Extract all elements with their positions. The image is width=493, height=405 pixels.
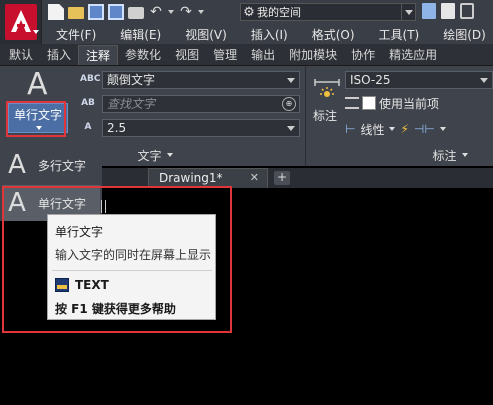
redo-icon[interactable]: ↷ xyxy=(178,4,194,20)
tab-insert[interactable]: 插入 xyxy=(40,45,78,65)
text-style-row: ABC 颠倒文字 xyxy=(80,70,300,90)
text-style-icon-label: ABC xyxy=(80,74,101,84)
text-height-row: A 2.5 xyxy=(80,118,300,138)
tab-view[interactable]: 视图 xyxy=(168,45,206,65)
chevron-down-icon[interactable] xyxy=(480,78,488,83)
chevron-down-icon xyxy=(33,30,39,34)
highlight-frame-dropdown xyxy=(2,186,232,333)
text-tool-large-icon[interactable]: A xyxy=(27,70,48,100)
layer-control[interactable]: 使用当前项 xyxy=(345,94,493,112)
tab-collaborate[interactable]: 协作 xyxy=(344,45,382,65)
layer-label: 使用当前项 xyxy=(379,96,440,111)
linear-dimension-icon[interactable]: ⊢ xyxy=(345,122,355,136)
text-icon: A xyxy=(8,150,26,180)
tab-addins[interactable]: 附加模块 xyxy=(282,45,344,65)
chevron-down-icon[interactable] xyxy=(439,127,446,131)
sign-in-icon[interactable] xyxy=(422,3,436,19)
restore-window-icon[interactable] xyxy=(460,3,474,19)
text-style-icon: ABC xyxy=(80,71,100,87)
menu-item-file[interactable]: 文件(F) xyxy=(42,26,108,43)
tab-parametric[interactable]: 参数化 xyxy=(118,45,168,65)
menu-item-edit[interactable]: 编辑(E) xyxy=(108,26,173,43)
text-panel-footer[interactable]: 文字 xyxy=(80,146,230,164)
application-menu-button[interactable] xyxy=(0,0,42,44)
annotation-panel: 标注 ISO-25 使用当前项 ⊢ 线性 ⚡ ⊣⊢ xyxy=(305,66,493,166)
workspace-label: 我的空间 xyxy=(257,6,301,19)
text-style-value: 颠倒文字 xyxy=(107,73,156,87)
dropdown-item-multiline-text[interactable]: A 多行文字 xyxy=(2,147,100,183)
color-swatch xyxy=(362,96,376,110)
save-icon[interactable] xyxy=(88,4,104,20)
find-text-placeholder: 查找文字 xyxy=(107,97,156,111)
continue-dimension-icon[interactable]: ⊣⊢ xyxy=(414,122,435,136)
workspace-switcher[interactable]: ⚙ 我的空间 xyxy=(240,3,416,21)
menu-item-draw[interactable]: 绘图(D) xyxy=(431,26,493,43)
file-icon[interactable] xyxy=(441,3,455,19)
gear-icon: ⚙ xyxy=(243,4,255,20)
text-style-combo[interactable]: 颠倒文字 xyxy=(102,71,300,89)
chevron-down-icon xyxy=(166,153,173,157)
menu-item-insert[interactable]: 插入(I) xyxy=(239,26,300,43)
text-height-combo[interactable]: 2.5 xyxy=(102,119,300,137)
redo-dropdown-icon[interactable] xyxy=(198,10,204,14)
find-text-row: AB 查找文字 ⊕ xyxy=(80,94,300,114)
undo-dropdown-icon[interactable] xyxy=(168,10,174,14)
new-icon[interactable] xyxy=(48,4,64,20)
title-bar-right-tools xyxy=(422,3,474,19)
open-icon[interactable] xyxy=(68,7,84,19)
dimension-style-combo[interactable]: ISO-25 xyxy=(345,71,493,89)
quick-dimension-icon[interactable]: ⚡ xyxy=(400,122,408,136)
print-icon[interactable] xyxy=(128,7,144,19)
dimension-icon[interactable] xyxy=(313,78,341,102)
menu-bar: 文件(F) 编辑(E) 视图(V) 插入(I) 格式(O) 工具(T) 绘图(D… xyxy=(42,24,493,44)
menu-item-view[interactable]: 视图(V) xyxy=(173,26,239,43)
chevron-down-icon[interactable] xyxy=(389,127,396,131)
saveas-icon[interactable] xyxy=(108,4,124,20)
chevron-down-icon[interactable] xyxy=(287,126,295,131)
mark-label[interactable]: 标注 xyxy=(313,107,337,124)
text-panel-footer-label: 文字 xyxy=(137,148,162,163)
dropdown-item-label: 多行文字 xyxy=(38,158,87,173)
new-tab-button[interactable]: + xyxy=(274,171,290,185)
layers-icon xyxy=(345,97,359,109)
tab-default[interactable]: 默认 xyxy=(2,45,40,65)
tab-annotate[interactable]: 注释 xyxy=(78,45,119,65)
linear-dimension-row: ⊢ 线性 ⚡ ⊣⊢ xyxy=(345,120,493,138)
ribbon-tab-bar: 默认 插入 注释 参数化 视图 管理 输出 附加模块 协作 精选应用 xyxy=(0,44,493,66)
text-height-icon: A xyxy=(84,122,92,132)
text-height-value: 2.5 xyxy=(107,121,127,135)
tab-featured-apps[interactable]: 精选应用 xyxy=(382,45,444,65)
undo-icon[interactable]: ↶ xyxy=(148,4,164,20)
find-text-input[interactable]: 查找文字 ⊕ xyxy=(102,95,300,113)
chevron-down-icon[interactable] xyxy=(401,4,415,20)
tab-manage[interactable]: 管理 xyxy=(206,45,244,65)
tab-output[interactable]: 输出 xyxy=(244,45,282,65)
linear-label[interactable]: 线性 xyxy=(360,121,384,138)
highlight-frame-button xyxy=(6,101,66,137)
chevron-down-icon[interactable] xyxy=(287,78,295,83)
menu-item-tools[interactable]: 工具(T) xyxy=(367,26,432,43)
document-tab-drawing1[interactable]: Drawing1* ✕ xyxy=(148,168,268,188)
find-text-icon: AB xyxy=(81,98,95,108)
menu-item-format[interactable]: 格式(O) xyxy=(300,26,367,43)
document-tab-bar: Drawing1* ✕ + xyxy=(102,168,493,188)
dimension-style-value: ISO-25 xyxy=(350,73,391,87)
quick-access-toolbar: ↶ ↷ xyxy=(48,2,204,22)
autocad-logo-icon xyxy=(5,4,37,40)
document-tab-label: Drawing1* xyxy=(159,171,223,185)
close-icon[interactable]: ✕ xyxy=(250,169,259,187)
search-icon[interactable]: ⊕ xyxy=(282,97,296,111)
